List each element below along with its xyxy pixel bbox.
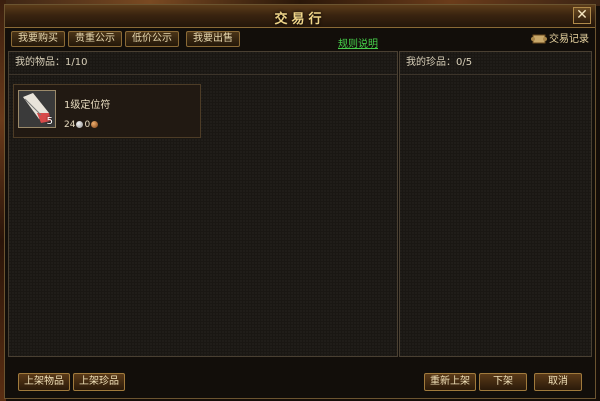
rules-link[interactable]: 规则说明 [338, 35, 378, 50]
window-title: 交易行 [274, 12, 326, 27]
my-treasures-panel: 我的珍品：0/5 [399, 51, 592, 357]
list-item-button[interactable]: 上架物品 [18, 373, 70, 391]
tab-valuable-notice[interactable]: 贵重公示 [68, 31, 122, 47]
copper-coin-icon [91, 121, 99, 128]
auction-house-window: 交易行 ✕ 我要购买 贵重公示 低价公示 我要出售 规则说明 交易记录 我的物品… [4, 4, 596, 399]
cancel-button[interactable]: 取消 [534, 373, 582, 391]
tab-buy[interactable]: 我要购买 [11, 31, 65, 47]
tab-low-price-notice[interactable]: 低价公示 [125, 31, 179, 47]
item-name: 1级定位符 [64, 100, 111, 111]
my-items-panel: 我的物品：1/10 5 1级定位符 24 0 [8, 51, 398, 357]
relist-button[interactable]: 重新上架 [424, 373, 476, 391]
price-silver: 24 [64, 120, 76, 130]
price-copper: 0 [84, 120, 91, 130]
trade-log-label: 交易记录 [549, 34, 589, 45]
item-quantity: 5 [46, 116, 53, 127]
my-items-header: 我的物品：1/10 [9, 52, 397, 75]
tab-bar: 我要购买 贵重公示 低价公示 我要出售 规则说明 交易记录 [5, 28, 595, 50]
list-treasure-button[interactable]: 上架珍品 [73, 373, 125, 391]
delist-button[interactable]: 下架 [479, 373, 527, 391]
title-bar[interactable]: 交易行 ✕ [5, 5, 595, 28]
my-treasures-header: 我的珍品：0/5 [400, 52, 591, 75]
item-price: 24 0 [64, 120, 99, 130]
tab-sell[interactable]: 我要出售 [186, 31, 240, 47]
scroll-icon [531, 34, 547, 44]
silver-coin-icon [76, 121, 84, 128]
trade-log-button[interactable]: 交易记录 [531, 32, 589, 48]
close-button[interactable]: ✕ [573, 7, 591, 24]
item-thumbnail: 5 [18, 90, 56, 128]
list-item[interactable]: 5 1级定位符 24 0 [13, 84, 201, 138]
close-icon: ✕ [576, 7, 588, 23]
